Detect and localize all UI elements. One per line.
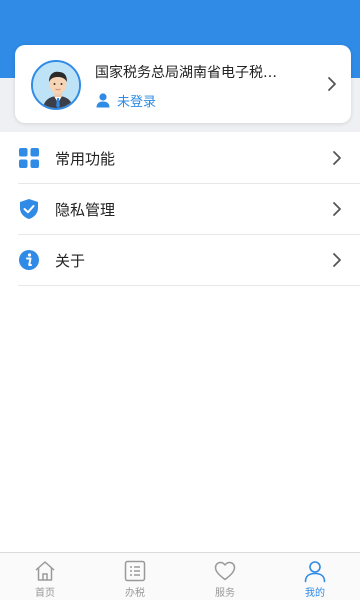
- tab-label: 首页: [35, 588, 55, 599]
- tab-mine[interactable]: 我的: [270, 553, 360, 600]
- settings-menu: 常用功能 隐私管理 关于: [0, 133, 360, 286]
- grid-icon: [18, 147, 40, 169]
- menu-item-common-functions[interactable]: 常用功能: [18, 133, 360, 184]
- login-status[interactable]: 未登录: [95, 90, 156, 110]
- shield-check-icon: [18, 198, 40, 220]
- menu-item-label: 关于: [55, 251, 86, 270]
- user-icon: [96, 93, 110, 108]
- menu-item-privacy[interactable]: 隐私管理: [18, 184, 360, 235]
- chevron-right-icon: [333, 253, 341, 267]
- user-icon: [304, 561, 326, 583]
- bottom-tab-bar: 首页 办税 服务 我的: [0, 552, 360, 600]
- chevron-right-icon: [328, 77, 336, 91]
- home-icon: [35, 561, 55, 581]
- tab-tax[interactable]: 办税: [90, 553, 180, 600]
- tab-home[interactable]: 首页: [0, 553, 90, 600]
- list-icon: [124, 560, 146, 582]
- tab-service[interactable]: 服务: [180, 553, 270, 600]
- org-name: 国家税务总局湖南省电子税…: [95, 65, 277, 81]
- avatar: [31, 60, 81, 110]
- tab-label: 办税: [125, 588, 145, 599]
- login-status-label: 未登录: [117, 94, 157, 110]
- chevron-right-icon: [333, 151, 341, 165]
- profile-card[interactable]: 国家税务总局湖南省电子税… 未登录: [15, 45, 351, 123]
- tab-label: 我的: [305, 588, 325, 599]
- menu-item-label: 常用功能: [55, 149, 116, 168]
- tab-label: 服务: [215, 588, 235, 599]
- menu-item-about[interactable]: 关于: [18, 235, 360, 286]
- menu-item-label: 隐私管理: [55, 200, 116, 219]
- info-icon: [18, 249, 40, 271]
- chevron-right-icon: [333, 202, 341, 216]
- heart-icon: [214, 561, 236, 581]
